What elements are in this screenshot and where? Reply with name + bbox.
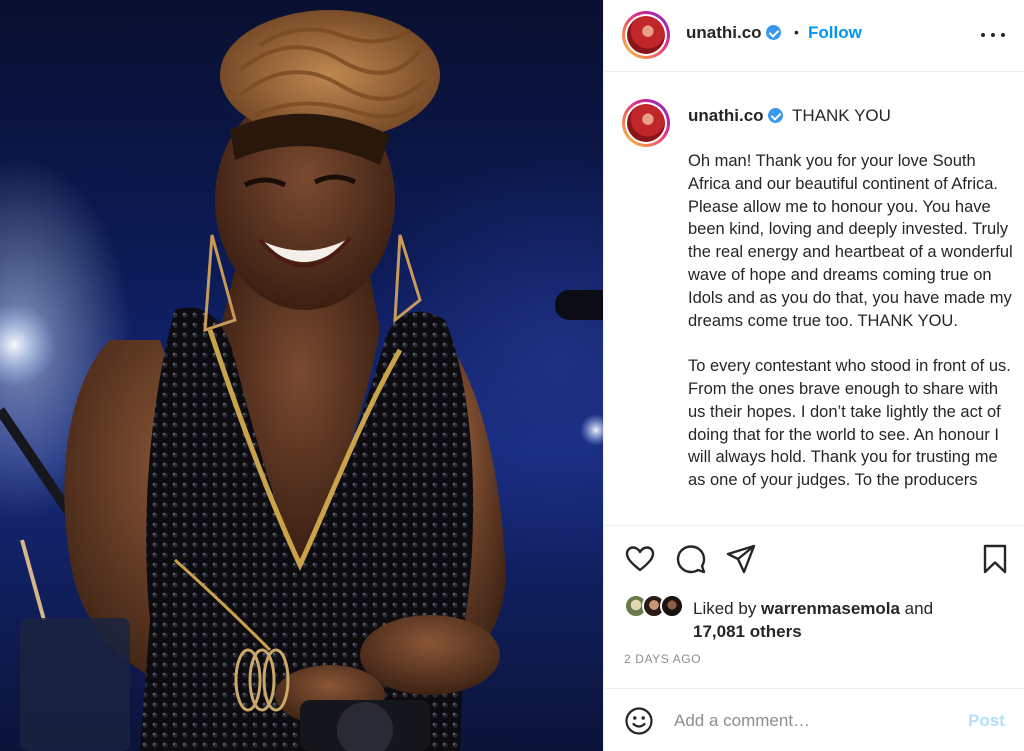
bookmark-icon[interactable] bbox=[979, 543, 1011, 575]
likes-count[interactable]: 17,081 others bbox=[693, 622, 802, 641]
verified-badge-icon bbox=[766, 25, 782, 40]
avatar-image bbox=[627, 16, 665, 54]
heart-icon[interactable] bbox=[624, 543, 656, 575]
post-comment-button[interactable]: Post bbox=[968, 711, 1005, 731]
caption-section: unathi.co THANK YOU Oh man! Thank you fo… bbox=[604, 73, 1024, 525]
photo-illustration bbox=[0, 10, 603, 751]
paper-plane-icon[interactable] bbox=[725, 543, 757, 575]
author-avatar[interactable] bbox=[622, 11, 670, 59]
smiley-icon[interactable] bbox=[624, 706, 654, 736]
comment-icon[interactable] bbox=[675, 543, 707, 575]
caption-paragraph: To every contestant who stood in front o… bbox=[688, 357, 1011, 490]
comment-bar: Post bbox=[604, 688, 1024, 751]
caption-body: Oh man! Thank you for your love South Af… bbox=[688, 150, 1016, 515]
liker-avatar[interactable] bbox=[660, 594, 684, 618]
caption-paragraph: Oh man! Thank you for your love South Af… bbox=[688, 152, 1013, 330]
comment-input[interactable] bbox=[674, 707, 944, 735]
caption-title: THANK YOU bbox=[792, 106, 891, 125]
author-username-text[interactable]: unathi.co bbox=[686, 23, 762, 42]
action-bar: Liked by warrenmasemola and 17,081 other… bbox=[604, 525, 1024, 688]
caption-username[interactable]: unathi.co bbox=[688, 106, 764, 125]
liked-by-user[interactable]: warrenmasemola bbox=[761, 599, 900, 618]
post-timestamp[interactable]: 2 DAYS AGO bbox=[624, 652, 701, 666]
caption-header: unathi.co THANK YOU bbox=[688, 106, 891, 126]
author-username[interactable]: unathi.co bbox=[686, 23, 782, 43]
likes-summary: Liked by warrenmasemola and 17,081 other… bbox=[693, 597, 993, 643]
verified-badge-icon bbox=[768, 108, 784, 123]
follow-button[interactable]: Follow bbox=[808, 23, 862, 43]
liked-by-and: and bbox=[899, 599, 934, 618]
post-sidebar: unathi.co • Follow unathi.co THANK YOU O… bbox=[603, 0, 1024, 751]
liked-by-prefix: Liked by bbox=[693, 599, 762, 618]
avatar-image bbox=[627, 104, 665, 142]
post-header: unathi.co • Follow bbox=[604, 0, 1024, 72]
caption-avatar[interactable] bbox=[622, 99, 670, 147]
more-options-icon[interactable] bbox=[978, 22, 1008, 46]
separator-dot: • bbox=[794, 24, 799, 40]
post-photo bbox=[0, 0, 603, 751]
